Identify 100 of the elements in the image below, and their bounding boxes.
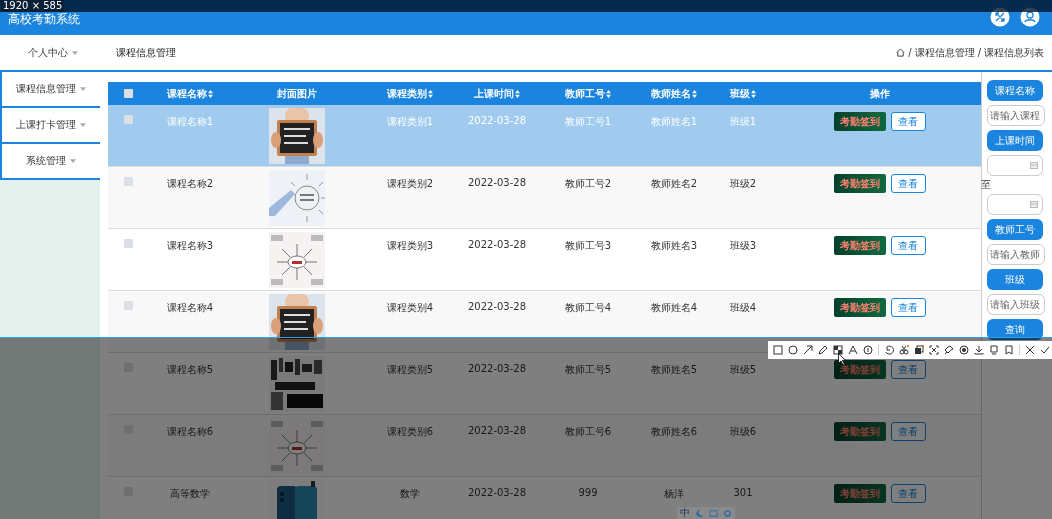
table-cell: 课程名称6 (166, 425, 214, 439)
table-row[interactable]: 课程名称4 课程类别4 2022-03-28 教师工号4 教师姓名4 班级4 考勤签到 查看 (108, 291, 981, 353)
table-row[interactable]: 课程名称3 课程类别3 2022-03-28 教师工号3 教师姓名3 班级3 考勤签到 查看 (108, 229, 981, 291)
column-header[interactable]: 教师工号 (565, 86, 611, 101)
sort-icon[interactable] (208, 89, 213, 98)
checkbox[interactable] (123, 115, 133, 124)
layers-icon[interactable] (914, 345, 924, 355)
table-cell: 班级3 (729, 239, 757, 253)
table-cell: 教师工号4 (564, 301, 612, 315)
arrow-icon[interactable] (803, 345, 813, 355)
page-title: 课程信息管理 (116, 45, 176, 60)
view-button[interactable]: 查看 (890, 112, 926, 131)
table-cell: 课程类别4 (386, 301, 434, 315)
table-cell: 教师姓名1 (650, 115, 698, 129)
filter-button[interactable]: 上课时间 (987, 130, 1043, 151)
caret-icon (80, 123, 86, 127)
view-button[interactable]: 查看 (890, 360, 926, 379)
table-cell: 教师工号3 (564, 239, 612, 253)
sidebar-item[interactable]: 课程信息管理 (0, 72, 100, 108)
home-icon[interactable] (896, 48, 906, 57)
sort-icon[interactable] (606, 89, 611, 98)
filter-button[interactable]: 课程名称 (987, 80, 1043, 101)
column-header[interactable]: 教师姓名 (651, 86, 697, 101)
attendance-button[interactable]: 考勤签到 (833, 484, 886, 503)
view-button[interactable]: 查看 (890, 484, 926, 503)
table-row[interactable]: 课程名称2 课程类别2 2022-03-28 教师工号2 教师姓名2 班级2 考勤签到 查看 (108, 167, 981, 229)
table-row[interactable]: 课程名称1 课程类别1 2022-03-28 教师工号1 教师姓名1 班级1 考勤签到 查看 (108, 105, 981, 167)
record-icon[interactable] (959, 345, 969, 355)
filter-button[interactable]: 查询 (987, 319, 1043, 340)
ime-mode-label[interactable]: 中 (680, 507, 690, 519)
table-cell: 教师姓名3 (650, 239, 698, 253)
input-field[interactable]: 请输入教师 (987, 244, 1045, 265)
input-field[interactable]: 请输入课程 (987, 105, 1045, 126)
table-cell: 301 (733, 487, 753, 498)
column-header[interactable]: 课程类别 (387, 86, 433, 101)
checkbox[interactable] (123, 89, 133, 98)
view-button[interactable]: 查看 (890, 174, 926, 193)
date-field[interactable] (987, 155, 1043, 176)
table-row[interactable]: 课程名称5 课程类别5 2022-03-28 教师工号5 教师姓名5 班级5 考勤签到 查看 (108, 353, 981, 415)
close-icon[interactable] (1025, 345, 1035, 355)
view-button[interactable]: 查看 (890, 422, 926, 441)
table-cell: 数学 (400, 487, 420, 501)
column-header[interactable]: 封面图片 (277, 86, 317, 101)
filter-button[interactable]: 教师工号 (987, 219, 1043, 240)
table-cell: 班级2 (729, 177, 757, 191)
column-header[interactable]: 操作 (869, 86, 890, 101)
table-cell: 教师工号6 (564, 425, 612, 439)
cut-icon[interactable] (899, 345, 909, 355)
breadcrumb-separator: / (977, 47, 981, 58)
check-icon[interactable] (1040, 345, 1050, 355)
view-button[interactable]: 查看 (890, 298, 926, 317)
table-cell: 2022-03-28 (467, 301, 527, 312)
table-cell: 教师姓名2 (650, 177, 698, 191)
undo-icon[interactable] (884, 345, 894, 355)
app-title: 高校考勤系统 (8, 12, 80, 26)
breadcrumb-item: 课程信息列表 (984, 45, 1044, 60)
caret-icon (70, 159, 76, 163)
sort-icon[interactable] (692, 89, 697, 98)
rect-icon[interactable] (773, 345, 783, 355)
number-icon[interactable] (863, 345, 873, 355)
sidebar-item[interactable]: 系统管理 (0, 144, 100, 180)
table-cell: 班级6 (729, 425, 757, 439)
attendance-button[interactable]: 考勤签到 (833, 360, 886, 379)
breadcrumb-item[interactable]: 课程信息管理 (914, 45, 975, 60)
range-separator: 至 (981, 180, 991, 190)
sidebar-item[interactable]: 上课打卡管理 (0, 108, 100, 144)
checkbox[interactable] (123, 301, 133, 310)
table-cell: 杨洋 (664, 487, 684, 501)
attendance-button[interactable]: 考勤签到 (833, 422, 886, 441)
attendance-button[interactable]: 考勤签到 (833, 174, 886, 193)
column-header[interactable]: 上课时间 (474, 86, 520, 101)
table-row[interactable]: 课程名称6 课程类别6 2022-03-28 教师工号6 教师姓名6 班级6 考勤签到 查看 (108, 415, 981, 477)
bookmark-icon[interactable] (1004, 345, 1014, 355)
sort-icon[interactable] (751, 89, 756, 98)
checkbox[interactable] (123, 239, 133, 248)
texttool-icon[interactable] (848, 345, 858, 355)
download-icon[interactable] (974, 345, 984, 355)
column-header[interactable]: 课程名称 (167, 86, 213, 101)
attendance-button[interactable]: 考勤签到 (833, 112, 886, 131)
table-cell: 2022-03-28 (467, 177, 527, 188)
sort-icon[interactable] (515, 89, 520, 98)
mosaic-icon[interactable] (833, 345, 843, 355)
sort-icon[interactable] (428, 89, 433, 98)
table-cell: 课程类别1 (386, 115, 434, 129)
column-header[interactable]: 班级 (730, 86, 756, 101)
table-cell: 教师工号5 (564, 363, 612, 377)
capture-size-label: 1920 × 585 (1, 0, 65, 12)
expand-icon[interactable] (929, 345, 939, 355)
input-field[interactable]: 请输入班级 (987, 294, 1045, 315)
pencil-icon[interactable] (818, 345, 828, 355)
view-button[interactable]: 查看 (890, 236, 926, 255)
table-cell: 课程类别6 (386, 425, 434, 439)
filter-button[interactable]: 班级 (987, 269, 1043, 290)
user-menu[interactable]: 个人中心 (28, 45, 78, 60)
attendance-button[interactable]: 考勤签到 (833, 298, 886, 317)
circle-icon[interactable] (788, 345, 798, 355)
attendance-button[interactable]: 考勤签到 (833, 236, 886, 255)
breadcrumb-separator: / (908, 47, 912, 58)
checkbox[interactable] (123, 177, 133, 186)
date-field[interactable] (987, 194, 1043, 215)
